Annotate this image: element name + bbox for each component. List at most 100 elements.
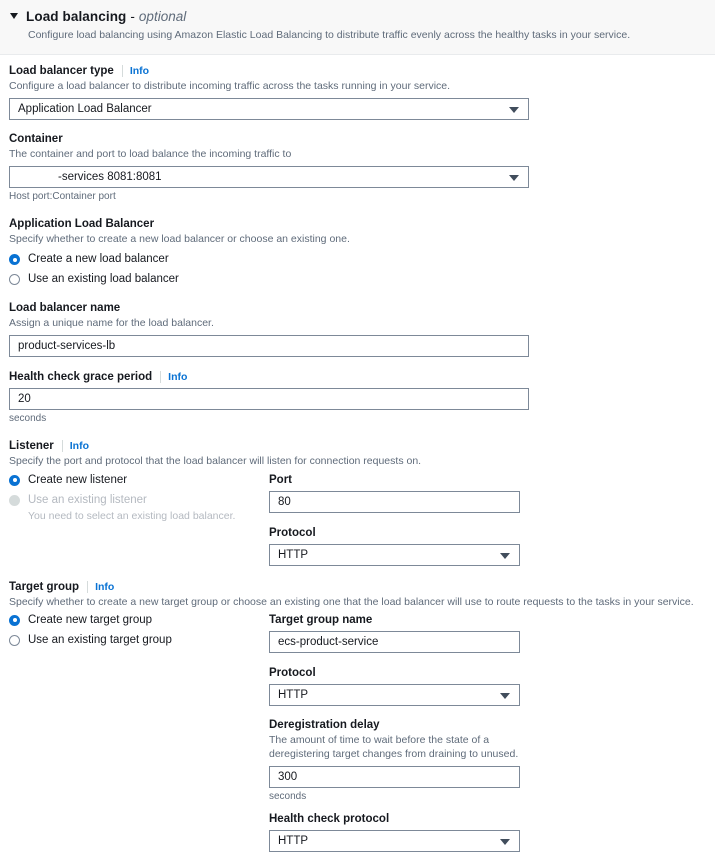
listener-protocol-select[interactable]: HTTP xyxy=(269,543,520,566)
chevron-down-icon xyxy=(500,552,510,559)
deregistration-delay-label-row: Deregistration delay xyxy=(269,719,520,731)
target-group-protocol-select[interactable]: HTTP xyxy=(269,683,520,706)
alb-option-create-new[interactable]: Create a new load balancer xyxy=(9,253,715,266)
listener-protocol-label: Protocol xyxy=(269,526,316,539)
section-description: Configure load balancing using Amazon El… xyxy=(28,29,631,41)
health-check-protocol-select[interactable]: HTTP xyxy=(269,830,520,853)
load-balancer-name-label-row: Load balancer name xyxy=(9,302,715,314)
listener-protocol-value: HTTP xyxy=(278,548,309,561)
alb-option-use-existing-label: Use an existing load balancer xyxy=(28,273,179,286)
listener-info-link[interactable]: Info xyxy=(70,440,89,452)
load-balancer-name-description: Assign a unique name for the load balanc… xyxy=(9,317,214,330)
listener-option-use-existing: Use an existing listener xyxy=(9,494,269,507)
info-divider xyxy=(121,64,123,77)
load-balancer-name-label: Load balancer name xyxy=(9,302,121,315)
target-group-name-value: ecs-product-service xyxy=(278,635,379,648)
health-check-protocol-value: HTTP xyxy=(278,835,309,848)
container-select[interactable]: -services 8081:8081 xyxy=(9,165,529,188)
target-group-name-input[interactable]: ecs-product-service xyxy=(269,630,520,653)
health-check-grace-period-info-link[interactable]: Info xyxy=(168,371,187,383)
deregistration-delay-field: Deregistration delay The amount of time … xyxy=(269,719,520,802)
target-group-name-field: Target group name ecs-product-service xyxy=(269,614,520,653)
load-balancer-name-value: product-services-lb xyxy=(18,340,116,353)
health-check-grace-period-value: 20 xyxy=(18,393,31,406)
listener-port-label: Port xyxy=(269,473,292,486)
section-title-dash: - xyxy=(130,9,135,24)
container-hint: Host port:Container port xyxy=(9,190,116,202)
container-description: The container and port to load balance t… xyxy=(9,147,292,160)
load-balancer-type-label-row: Load balancer type Info xyxy=(9,64,715,77)
listener-option-create-new[interactable]: Create new listener xyxy=(9,474,269,487)
target-group-label-row: Target group Info xyxy=(9,580,715,593)
load-balancer-type-value: Application Load Balancer xyxy=(18,102,152,115)
chevron-down-icon xyxy=(500,839,510,846)
load-balancer-name-field: Load balancer name Assign a unique name … xyxy=(0,302,715,358)
caret-down-icon[interactable] xyxy=(10,13,18,19)
listener-label: Listener xyxy=(9,440,54,453)
target-group-protocol-value: HTTP xyxy=(278,688,309,701)
target-group-info-link[interactable]: Info xyxy=(95,581,114,593)
listener-port-input[interactable]: 80 xyxy=(269,490,520,513)
load-balancer-type-description: Configure a load balancer to distribute … xyxy=(9,79,451,92)
listener-port-label-row: Port xyxy=(269,474,520,486)
target-group-settings-column: Target group name ecs-product-service Pr… xyxy=(269,614,520,853)
load-balancer-type-label: Load balancer type xyxy=(9,64,114,77)
target-group-option-create-new-label: Create new target group xyxy=(28,613,153,626)
deregistration-delay-unit: seconds xyxy=(269,791,307,803)
target-group-description: Specify whether to create a new target g… xyxy=(9,595,694,608)
listener-protocol-label-row: Protocol xyxy=(269,527,520,539)
target-group-option-use-existing[interactable]: Use an existing target group xyxy=(9,634,269,647)
radio-unselected-icon[interactable] xyxy=(9,274,20,286)
section-title: Load balancing xyxy=(26,9,127,24)
health-check-protocol-label-row: Health check protocol xyxy=(269,813,520,825)
container-label: Container xyxy=(9,132,63,145)
deregistration-delay-label: Deregistration delay xyxy=(269,718,380,731)
target-group-columns: Create new target group Use an existing … xyxy=(0,614,715,853)
health-check-protocol-field: Health check protocol HTTP xyxy=(269,813,520,853)
target-group-protocol-label: Protocol xyxy=(269,666,316,679)
listener-option-create-new-label: Create new listener xyxy=(28,473,128,486)
deregistration-delay-value: 300 xyxy=(278,771,298,784)
health-check-grace-period-label-row: Health check grace period Info xyxy=(9,371,715,384)
deregistration-delay-description: The amount of time to wait before the st… xyxy=(269,733,519,760)
alb-option-create-new-label: Create a new load balancer xyxy=(28,253,169,266)
health-check-protocol-label: Health check protocol xyxy=(269,813,390,826)
target-group-option-create-new[interactable]: Create new target group xyxy=(9,614,269,627)
target-group-field: Target group Info Specify whether to cre… xyxy=(0,580,715,609)
health-check-grace-period-input[interactable]: 20 xyxy=(9,388,529,411)
info-divider xyxy=(61,440,63,453)
alb-option-use-existing[interactable]: Use an existing load balancer xyxy=(9,273,715,286)
health-check-grace-period-field: Health check grace period Info 20 second… xyxy=(0,371,715,424)
deregistration-delay-input[interactable]: 300 xyxy=(269,766,520,789)
section-header-row[interactable]: Load balancing - optional xyxy=(0,9,715,24)
radio-selected-icon[interactable] xyxy=(9,254,20,266)
load-balancer-type-info-link[interactable]: Info xyxy=(130,65,149,77)
listener-port-value: 80 xyxy=(278,495,291,508)
section-header: Load balancing - optional Configure load… xyxy=(0,0,715,55)
target-group-protocol-field: Protocol HTTP xyxy=(269,667,520,706)
radio-selected-icon[interactable] xyxy=(9,474,20,486)
target-group-name-label-row: Target group name xyxy=(269,614,520,626)
listener-settings-column: Port 80 Protocol HTTP xyxy=(269,474,520,566)
alb-label: Application Load Balancer xyxy=(9,217,155,230)
load-balancer-name-input[interactable]: product-services-lb xyxy=(9,335,529,358)
container-label-row: Container xyxy=(9,133,715,145)
radio-unselected-icon[interactable] xyxy=(9,634,20,646)
listener-port-field: Port 80 xyxy=(269,474,520,513)
container-value: -services 8081:8081 xyxy=(58,170,162,183)
target-group-protocol-label-row: Protocol xyxy=(269,667,520,679)
listener-field: Listener Info Specify the port and proto… xyxy=(0,440,715,468)
load-balancer-type-select[interactable]: Application Load Balancer xyxy=(9,97,529,120)
target-group-label: Target group xyxy=(9,580,80,593)
listener-description: Specify the port and protocol that the l… xyxy=(9,455,422,468)
listener-option-use-existing-hint: You need to select an existing load bala… xyxy=(28,509,236,522)
radio-disabled-icon xyxy=(9,494,20,506)
form-body: Load balancer type Info Configure a load… xyxy=(0,64,715,853)
alb-label-row: Application Load Balancer xyxy=(9,218,715,230)
alb-description: Specify whether to create a new load bal… xyxy=(9,232,350,245)
section-optional-tag: optional xyxy=(138,9,187,24)
radio-selected-icon[interactable] xyxy=(9,614,20,626)
health-check-grace-period-label: Health check grace period xyxy=(9,371,153,384)
info-divider xyxy=(160,371,162,384)
load-balancer-type-field: Load balancer type Info Configure a load… xyxy=(0,64,715,120)
